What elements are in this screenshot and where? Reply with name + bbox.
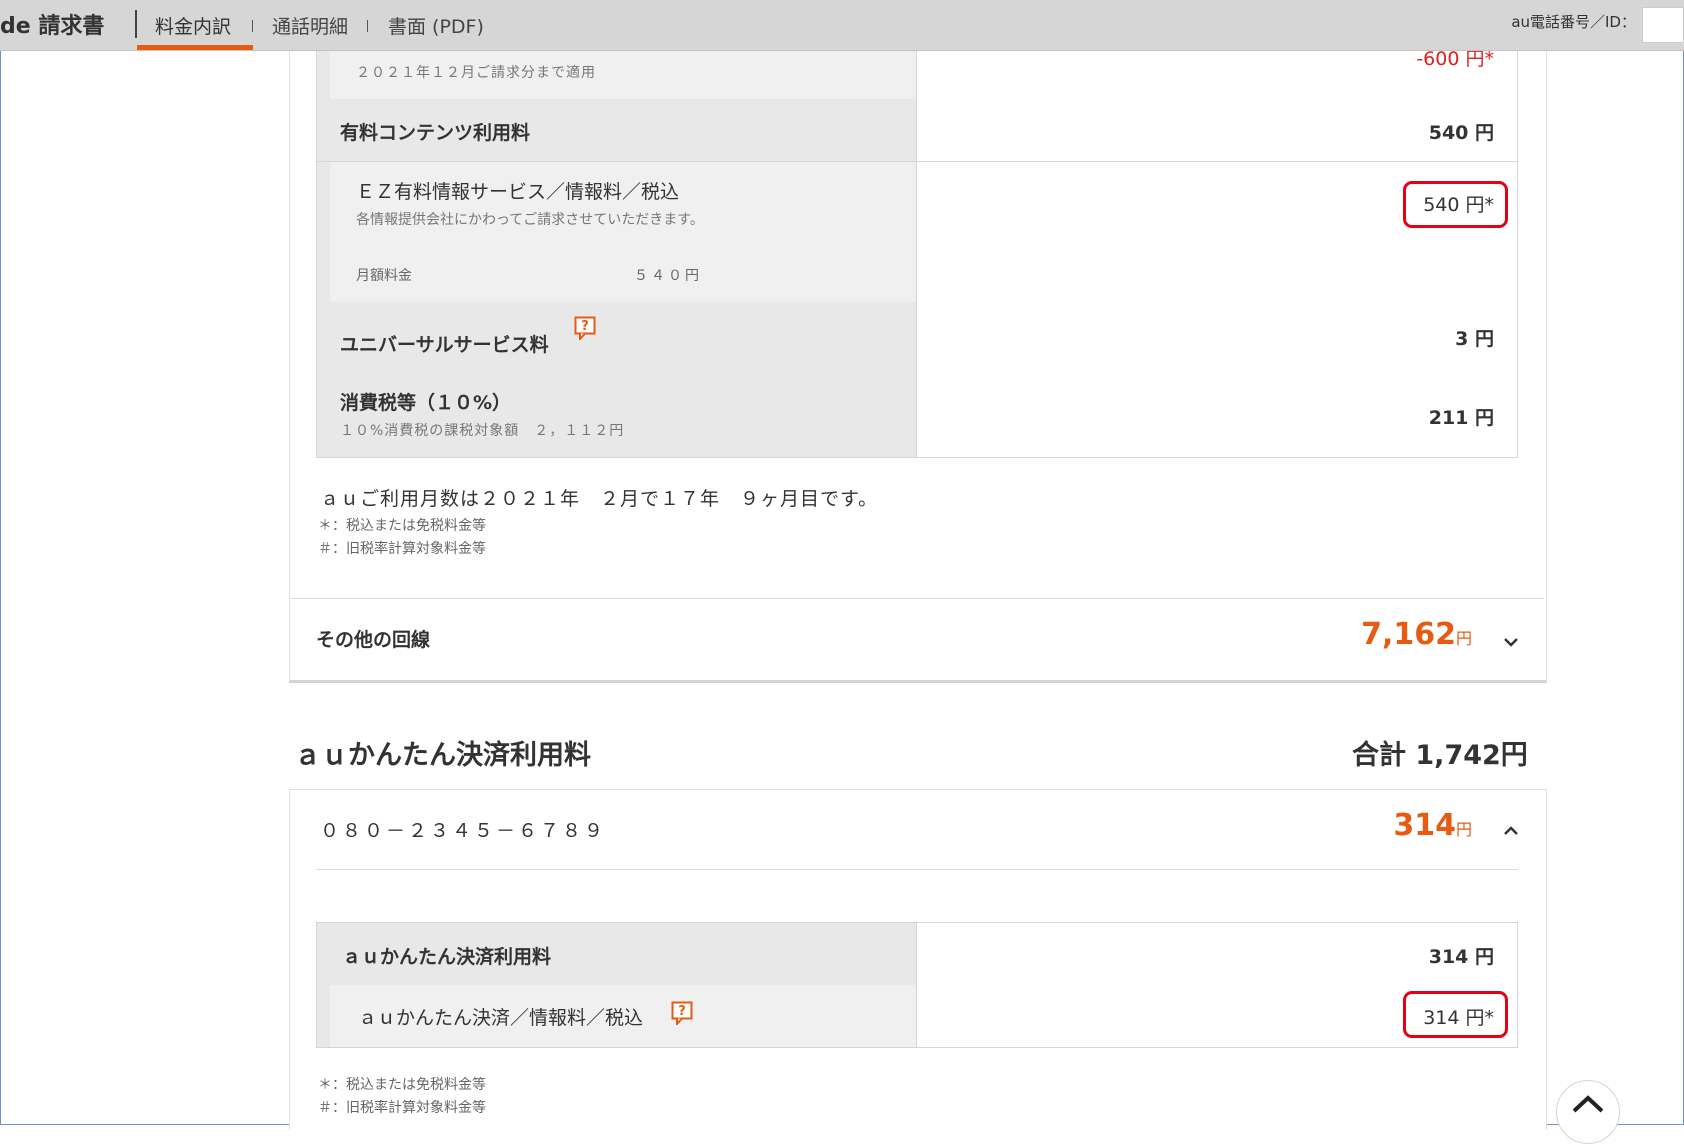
usage-months-info: ａｕご利用月数は２０２１年 ２月で１７年 ９ヶ月目です。: [320, 488, 879, 510]
kantan-line-amount: 314: [1393, 808, 1456, 843]
tab-separator: [367, 20, 368, 32]
tax-note-1: ＊：税込または免税料金等: [318, 518, 486, 534]
au-id-field[interactable]: [1642, 7, 1684, 43]
help-icon[interactable]: ?: [671, 1001, 693, 1025]
chevron-down-icon[interactable]: [1501, 635, 1521, 649]
kantan-line-total: 314円: [1393, 808, 1472, 843]
accordion-divider: [316, 869, 1518, 870]
ez-info-row: ＥＺ有料情報サービス／情報料／税込 各情報提供会社にかわってご請求させていただき…: [316, 162, 1518, 248]
kantan-info-row: ａｕかんたん決済／情報料／税込 ? 314 円*: [316, 985, 1518, 1048]
brand-separator: [135, 10, 137, 38]
content-fee-label: 有料コンテンツ利用料: [340, 122, 531, 144]
kantan-info-label: ａｕかんたん決済／情報料／税込: [358, 1007, 644, 1029]
tax-note-2: ＃：旧税率計算対象料金等: [318, 541, 486, 557]
other-lines-label: その他の回線: [316, 629, 431, 651]
top-nav-bar: de 請求書 料金内訳 通話明細 書面 (PDF) au電話番号／ID：: [0, 0, 1684, 51]
au-id-label: au電話番号／ID：: [1511, 13, 1636, 31]
help-icon[interactable]: ?: [574, 316, 596, 340]
kantan-section-total: 合計 1,742円: [1352, 740, 1528, 771]
consumption-tax-row: 消費税等（１０%） １０%消費税の課税対象額 ２，１１２円 211 円: [316, 372, 1518, 458]
universal-service-amount: 3 円: [1455, 328, 1494, 350]
kantan-line-accordion[interactable]: ０８０－２３４５－６７８９ 314円: [290, 790, 1544, 870]
content-fee-row: 有料コンテンツ利用料 540 円: [316, 99, 1518, 162]
active-tab-indicator: [137, 45, 253, 50]
monthly-fee-label: 月額料金: [356, 268, 412, 284]
kantan-line-unit: 円: [1455, 820, 1472, 839]
other-lines-accordion[interactable]: その他の回線 7,162円: [290, 599, 1544, 679]
universal-service-row: ユニバーサルサービス料 ? 3 円: [316, 302, 1518, 373]
kantan-tax-note-2: ＃：旧税率計算対象料金等: [318, 1100, 486, 1116]
monthly-fee-value: ５４０円: [634, 268, 702, 284]
svg-text:?: ?: [678, 1004, 686, 1019]
ez-info-note: 各情報提供会社にかわってご請求させていただきます。: [356, 212, 704, 228]
kantan-tax-note-1: ＊：税込または免税料金等: [318, 1077, 486, 1093]
consumption-tax-label: 消費税等（１０%）: [340, 392, 512, 414]
tab-separator: [252, 20, 253, 32]
monthly-fee-row: 月額料金 ５４０円: [316, 247, 1518, 303]
phone-number: ０８０－２３４５－６７８９: [320, 820, 607, 842]
other-lines-unit: 円: [1455, 629, 1472, 648]
kantan-fee-amount: 314 円: [1428, 946, 1494, 968]
scroll-to-top-button[interactable]: [1556, 1080, 1620, 1144]
universal-service-label: ユニバーサルサービス料: [340, 334, 549, 356]
tab-call-details[interactable]: 通話明細: [272, 12, 348, 39]
page-brand: de 請求書: [0, 14, 105, 39]
svg-text:?: ?: [581, 319, 589, 334]
kantan-fee-label: ａｕかんたん決済利用料: [342, 946, 552, 968]
kantan-section-title: ａｕかんたん決済利用料: [294, 740, 591, 771]
consumption-tax-note: １０%消費税の課税対象額 ２，１１２円: [340, 423, 625, 439]
tab-pdf[interactable]: 書面 (PDF): [388, 12, 484, 39]
consumption-tax-amount: 211 円: [1428, 407, 1494, 429]
other-lines-total: 7,162円: [1361, 617, 1472, 652]
kantan-fee-row: ａｕかんたん決済利用料 314 円: [316, 922, 1518, 986]
ez-info-label: ＥＺ有料情報サービス／情報料／税込: [356, 181, 680, 203]
discount-note: ２０２１年１２月ご請求分まで適用: [356, 65, 596, 81]
chevron-up-icon[interactable]: [1501, 824, 1521, 838]
highlight-box: [1403, 991, 1508, 1038]
other-lines-amount: 7,162: [1361, 617, 1456, 652]
chevron-up-icon: [1572, 1095, 1604, 1113]
tab-charge-breakdown[interactable]: 料金内訳: [155, 12, 231, 39]
content-fee-amount: 540 円: [1428, 122, 1494, 144]
highlight-box: [1403, 181, 1508, 228]
